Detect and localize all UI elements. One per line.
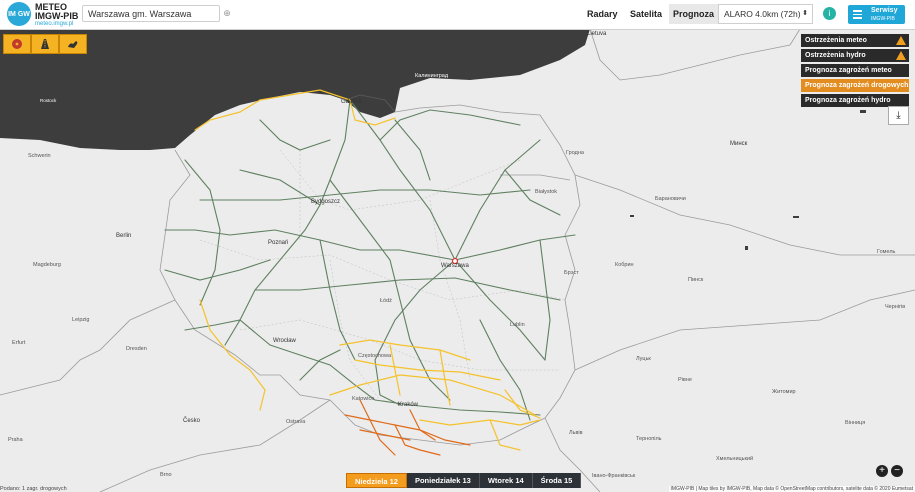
warning-triangle-icon <box>896 51 906 60</box>
top-header: IM GW METEO IMGW-PIB meteo.imgw.pl Warsz… <box>0 0 915 30</box>
zoom-out-button[interactable]: − <box>891 465 903 477</box>
label-ostrava: Ostrava <box>286 419 306 425</box>
plus-icon: + <box>879 465 885 476</box>
hamburger-icon <box>853 10 862 19</box>
label-khmelnytskyi: Хмельницький <box>716 456 754 462</box>
label-lodz: Łódź <box>380 298 392 304</box>
label-berlin: Berlin <box>116 233 132 239</box>
label-bialystok: Białystok <box>535 189 558 195</box>
model-select[interactable]: ALARO 4.0km (72h) ⬍ <box>718 4 813 24</box>
label-homel: Гомель <box>877 249 896 255</box>
label-dresden: Dresden <box>126 346 147 352</box>
info-icon[interactable]: i <box>823 7 836 20</box>
warning-hydro-item[interactable]: Ostrzeżenia hydro <box>801 49 909 62</box>
label-brest: Брэст <box>564 270 579 276</box>
forecast-hydro-label: Prognoza zagrożeń hydro <box>805 97 891 104</box>
label-hrodna: Гродна <box>566 150 584 156</box>
day-tabs: Niedziela 12 Poniedziałek 13 Wtorek 14 Ś… <box>346 473 582 488</box>
label-cesko: Česko <box>183 418 201 424</box>
label-zhytomyr: Житомир <box>772 389 796 395</box>
label-czestochowa: Częstochowa <box>358 353 392 359</box>
forecast-meteo-item[interactable]: Prognoza zagrożeń meteo <box>801 64 909 77</box>
label-vinnytsia: Вінниця <box>845 420 866 426</box>
day-tab-2[interactable]: Wtorek 14 <box>479 473 533 488</box>
serwisy-sublabel: IMGW-PIB <box>871 16 895 22</box>
radiation-icon <box>12 39 22 49</box>
hand-icon <box>68 41 78 48</box>
forecast-road-item[interactable]: Prognoza zagrożeń drogowych <box>801 79 909 92</box>
serwisy-button[interactable]: Serwisy IMGW-PIB <box>848 5 905 24</box>
nav-prognoza[interactable]: Prognoza <box>669 4 718 24</box>
nav-satelita[interactable]: Satelita <box>630 9 662 19</box>
imgw-logo-icon[interactable]: IM GW <box>7 2 31 26</box>
locate-icon[interactable]: ⊕ <box>222 8 232 18</box>
label-bydgoszcz: Bydgoszcz <box>311 199 341 205</box>
label-praha: Praha <box>8 437 23 443</box>
label-lietuva: Lietuva <box>587 31 607 37</box>
label-wroclaw: Wrocław <box>273 338 296 344</box>
logo-line2: IMGW-PIB <box>35 11 79 21</box>
download-button[interactable]: ⤓ <box>888 106 909 125</box>
road-icon <box>41 39 49 49</box>
minus-icon: − <box>894 465 900 476</box>
forecast-road-label: Prognoza zagrożeń drogowych <box>805 82 909 89</box>
label-brno: Brno <box>160 472 172 478</box>
scale-text: Podano: 1 zagr. drogowych <box>0 486 67 492</box>
nav-radary[interactable]: Radary <box>587 9 618 19</box>
day-tab-0[interactable]: Niedziela 12 <box>346 473 407 488</box>
logo-text[interactable]: METEO IMGW-PIB meteo.imgw.pl <box>35 3 78 28</box>
logo-line3: meteo.imgw.pl <box>35 21 74 27</box>
label-lviv: Львів <box>569 430 583 436</box>
zoom-in-button[interactable]: + <box>876 465 888 477</box>
label-katowice: Katowice <box>352 396 375 402</box>
warning-meteo-item[interactable]: Ostrzeżenia meteo <box>801 34 909 47</box>
layer-road-button[interactable] <box>31 34 59 54</box>
warning-meteo-label: Ostrzeżenia meteo <box>805 37 867 44</box>
layer-hand-button[interactable] <box>59 34 87 54</box>
label-ivano: Івано-Франківськ <box>592 473 636 479</box>
label-lutsk: Луцьк <box>636 356 651 362</box>
label-kobryn: Кобрин <box>615 262 634 268</box>
model-select-value: ALARO 4.0km (72h) <box>724 9 801 19</box>
label-erfurt: Erfurt <box>12 340 26 346</box>
warning-triangle-icon <box>896 36 906 45</box>
label-rostock: Rostock <box>40 98 57 103</box>
label-gdansk: Gdańsk <box>341 99 362 105</box>
label-krakow: Kraków <box>398 402 419 408</box>
day-tab-1[interactable]: Poniedziałek 13 <box>406 473 480 488</box>
label-schwerin: Schwerin <box>28 153 51 159</box>
label-poznan: Poznań <box>268 240 289 246</box>
warning-panel: Ostrzeżenia meteo Ostrzeżenia hydro Prog… <box>801 34 909 109</box>
map-attribution[interactable]: IMGW-PIB | Map tiles by IMGW-PIB, Map da… <box>668 486 915 492</box>
label-chernihiv: Чернігів <box>885 304 906 310</box>
label-leipzig: Leipzig <box>72 317 90 323</box>
day-tab-3[interactable]: Środa 15 <box>532 473 582 488</box>
location-search-input[interactable]: Warszawa gm. Warszawa <box>82 5 220 22</box>
label-pinsk: Пинск <box>688 277 704 283</box>
label-magdeburg: Magdeburg <box>33 262 61 268</box>
map-canvas[interactable] <box>0 29 915 492</box>
label-kaliningrad: Калининград <box>415 73 449 79</box>
label-lublin: Lublin <box>510 322 525 328</box>
label-minsk: Минск <box>730 141 748 147</box>
download-icon: ⤓ <box>896 110 901 121</box>
chevron-updown-icon: ⬍ <box>802 10 808 17</box>
warning-hydro-label: Ostrzeżenia hydro <box>805 52 866 59</box>
layer-radiation-button[interactable] <box>3 34 31 54</box>
label-baranavichy: Барановичи <box>655 196 686 202</box>
label-warszawa: Warszawa <box>441 263 469 269</box>
serwisy-label: Serwisy <box>871 7 898 14</box>
label-ternopil: Тернопіль <box>636 436 662 442</box>
forecast-meteo-label: Prognoza zagrożeń meteo <box>805 67 892 74</box>
label-rivne: Рівне <box>678 377 692 383</box>
